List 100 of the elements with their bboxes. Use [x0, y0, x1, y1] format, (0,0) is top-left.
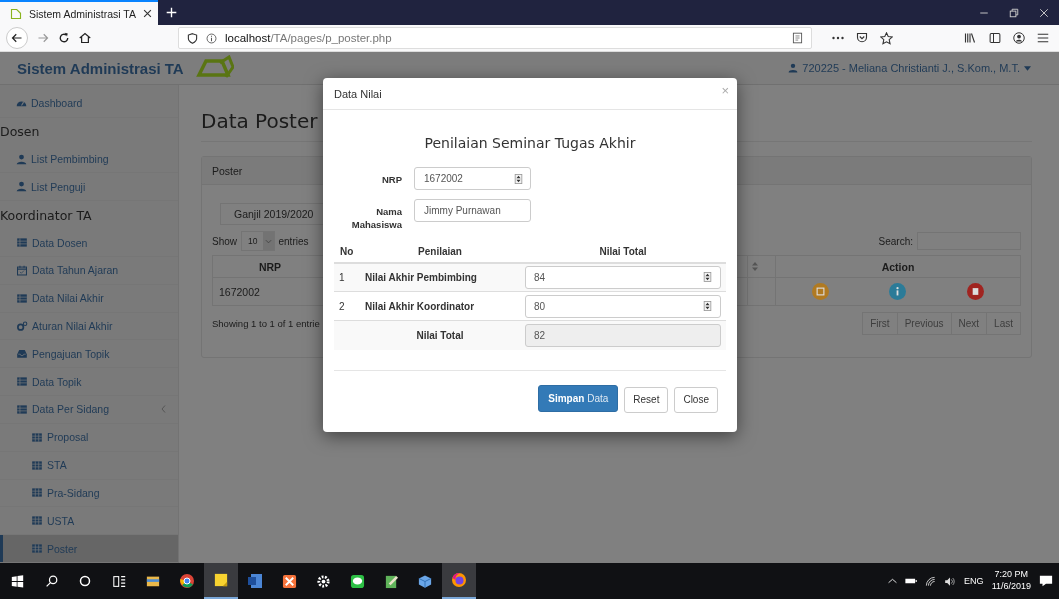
document-icon: [247, 573, 263, 589]
sidebar-item[interactable]: List Pembimbing: [0, 145, 178, 174]
menu-icon[interactable]: [1037, 32, 1049, 44]
account-icon[interactable]: [1013, 32, 1025, 44]
chat-icon: [349, 573, 365, 589]
spinner-icon: [514, 173, 523, 184]
search-label: Search:: [878, 235, 913, 247]
sidebar-item[interactable]: List Penguji: [0, 173, 178, 202]
plus-icon[interactable]: [166, 7, 177, 18]
input-field[interactable]: Jimmy Purnawan: [414, 199, 531, 222]
sidebar-item[interactable]: Data Per Sidang: [0, 396, 178, 424]
close-button[interactable]: ×: [721, 83, 729, 98]
show-label: Show: [212, 235, 237, 247]
user-icon: [16, 181, 27, 193]
total-label: Nilai Total: [360, 320, 520, 350]
pocket-icon[interactable]: [856, 32, 868, 44]
address-bar[interactable]: localhost/TA/pages/p_poster.php: [178, 27, 812, 49]
sidebar-item[interactable]: STA: [0, 451, 178, 480]
table-info: Showing 1 to 1 of 1 entrie: [212, 318, 320, 329]
sidebar-item[interactable]: Data Tahun Ajaran: [0, 256, 178, 285]
sidebar-item[interactable]: Dashboard: [0, 90, 178, 118]
inbox-icon: [16, 348, 28, 360]
column-header: Nilai Total: [520, 240, 726, 263]
settings-icon: [315, 573, 331, 589]
sidebar-heading: Dosen: [0, 123, 41, 142]
sidebar-icon[interactable]: [989, 32, 1001, 44]
search-icon[interactable]: [44, 574, 58, 588]
speaker-icon[interactable]: [944, 575, 957, 587]
language-indicator[interactable]: ENG: [964, 576, 984, 586]
url-text: localhost/TA/pages/p_poster.php: [225, 32, 392, 44]
total-field: 82: [525, 323, 721, 347]
delete-icon: [970, 287, 980, 296]
table-cell: Nilai Akhir Pembimbing: [360, 262, 520, 292]
spinner-icon: [703, 301, 712, 312]
sidebar-item[interactable]: Pengajuan Topik: [0, 340, 178, 369]
chevron-up-icon[interactable]: [888, 578, 898, 584]
close-icon[interactable]: [143, 9, 152, 18]
calendar-icon: [16, 264, 28, 276]
folder-icon: [145, 574, 161, 588]
user-menu[interactable]: 720225 - Meliana Christianti J., S.Kom., M.T.: [788, 62, 1031, 74]
pagination-button[interactable]: Last: [986, 312, 1021, 335]
column-header: Penilaian: [360, 240, 520, 263]
reader-view-icon[interactable]: [792, 32, 803, 44]
taskbar-app[interactable]: [204, 563, 238, 599]
sticky-note-icon: [214, 573, 228, 587]
pagination-button[interactable]: First: [862, 312, 898, 335]
sidebar-item[interactable]: Data Nilai Akhir: [0, 284, 178, 313]
dialog-title: Data Nilai: [334, 87, 383, 100]
battery-icon[interactable]: [905, 577, 918, 585]
sidebar-item[interactable]: Proposal: [0, 423, 178, 452]
spinner-icon: [703, 272, 712, 283]
save-button[interactable]: Simpan Data: [538, 384, 619, 412]
dialog-button[interactable]: Reset: [624, 386, 669, 413]
pagination-button[interactable]: Previous: [896, 312, 952, 335]
notification-icon[interactable]: [1039, 574, 1053, 588]
reload-icon[interactable]: [58, 32, 70, 44]
star-icon[interactable]: [880, 31, 893, 45]
browser-tab[interactable]: Sistem Administrasi TA: [0, 0, 158, 25]
cube-icon: [418, 573, 432, 589]
delete-button[interactable]: [966, 283, 984, 300]
shield-icon: [187, 32, 198, 44]
score-field[interactable]: 84: [525, 265, 721, 289]
column-header[interactable]: Action: [775, 255, 1021, 278]
start-icon[interactable]: [10, 574, 24, 588]
task-view-icon[interactable]: [112, 574, 126, 588]
table-icon: [16, 237, 28, 248]
grid-icon: [31, 431, 43, 443]
clock[interactable]: 7:20 PM 11/6/2019: [991, 569, 1031, 593]
page-length-select[interactable]: 10: [241, 231, 276, 251]
caret-icon: [1024, 65, 1031, 71]
home-icon[interactable]: [79, 32, 91, 44]
notepad-icon: [383, 573, 399, 589]
wifi-icon[interactable]: [925, 575, 937, 587]
library-icon[interactable]: [963, 32, 977, 44]
page-icon: [10, 7, 22, 20]
input-field[interactable]: 1672002: [414, 167, 531, 190]
brand-title[interactable]: Sistem Administrasi TA: [17, 59, 184, 77]
more-icon[interactable]: [832, 36, 844, 40]
back-button[interactable]: [6, 27, 28, 49]
circle-icon[interactable]: [79, 575, 91, 587]
dialog-button[interactable]: Close: [674, 386, 718, 413]
table-icon: [16, 404, 28, 415]
field-label: NRP: [380, 173, 402, 187]
sidebar-item[interactable]: Poster: [0, 535, 178, 564]
sidebar-item[interactable]: Data Topik: [0, 368, 178, 397]
sidebar-item[interactable]: Data Dosen: [0, 229, 178, 257]
grid-icon: [31, 515, 43, 527]
sidebar-item[interactable]: Aturan Nilai Akhir: [0, 312, 178, 341]
sidebar-item[interactable]: Pra-Sidang: [0, 479, 178, 508]
grid-icon: [31, 487, 43, 499]
score-field[interactable]: 80: [525, 294, 721, 318]
user-icon: [788, 63, 799, 73]
left-arrow-icon: [11, 32, 23, 44]
info-icon: [206, 32, 217, 44]
sort-icon: [752, 262, 758, 271]
table-cell: 1: [334, 262, 360, 292]
restore-icon[interactable]: [1009, 7, 1019, 18]
table-icon: [16, 292, 28, 304]
entries-label: entries: [278, 235, 309, 247]
grid-icon: [31, 459, 43, 471]
